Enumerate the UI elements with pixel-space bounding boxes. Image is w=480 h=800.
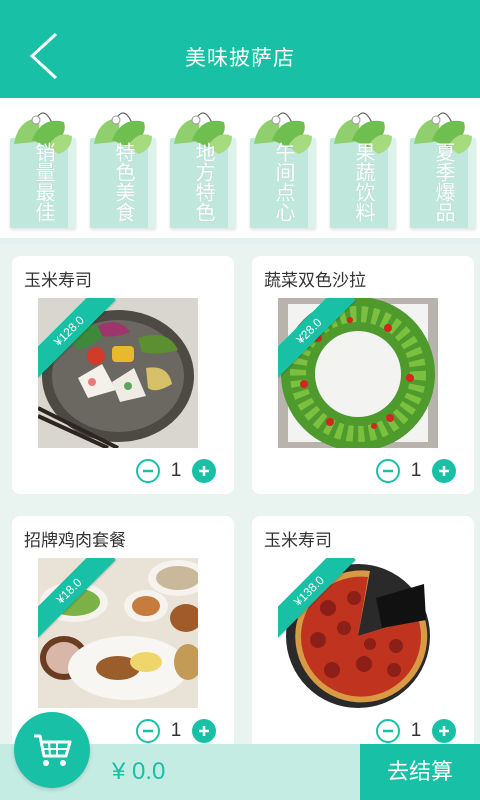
decrease-quantity-button[interactable] <box>136 719 160 743</box>
minus-icon <box>383 729 393 733</box>
cart-total: ¥ 0.0 <box>112 758 166 785</box>
quantity-value: 1 <box>410 720 422 741</box>
tag-label: 果蔬饮料 <box>352 142 374 222</box>
product-name: 蔬菜双色沙拉 <box>264 271 366 290</box>
tag-label: 特色美食 <box>112 142 134 222</box>
decrease-quantity-button[interactable] <box>136 459 160 483</box>
plus-icon <box>199 726 209 736</box>
category-tag-bestseller[interactable]: 销量最佳 <box>10 110 76 228</box>
category-tag-summer-hits[interactable]: 夏季爆品 <box>410 110 476 228</box>
salad-wreath-photo[interactable]: ¥28.0 <box>278 298 438 448</box>
increase-quantity-button[interactable] <box>432 719 456 743</box>
tag-label: 午间点心 <box>272 142 294 222</box>
quantity-value: 1 <box>170 720 182 741</box>
category-tag-specialty-food[interactable]: 特色美食 <box>90 110 156 228</box>
minus-icon <box>383 469 393 473</box>
decrease-quantity-button[interactable] <box>376 719 400 743</box>
app-header: 美味披萨店 <box>0 0 480 98</box>
checkout-button[interactable]: 去结算 <box>360 744 480 800</box>
quantity-stepper: 1 <box>376 459 456 483</box>
category-tag-local-specialty[interactable]: 地方特色 <box>170 110 236 228</box>
quantity-stepper: 1 <box>376 719 456 743</box>
minus-icon <box>143 729 153 733</box>
quantity-value: 1 <box>410 460 422 481</box>
minus-icon <box>143 469 153 473</box>
tag-label: 地方特色 <box>192 142 214 222</box>
plus-icon <box>439 726 449 736</box>
decrease-quantity-button[interactable] <box>376 459 400 483</box>
product-card[interactable]: 玉米寿司 ¥138.0 1 <box>252 516 474 754</box>
quantity-stepper: 1 <box>136 719 216 743</box>
increase-quantity-button[interactable] <box>192 719 216 743</box>
product-name: 玉米寿司 <box>264 531 332 550</box>
category-tag-fruit-drinks[interactable]: 果蔬饮料 <box>330 110 396 228</box>
tag-label: 销量最佳 <box>32 142 54 222</box>
quantity-stepper: 1 <box>136 459 216 483</box>
product-card[interactable]: 玉米寿司 ¥128.0 1 <box>12 256 234 494</box>
pizza-photo[interactable]: ¥138.0 <box>278 558 438 708</box>
cart-button[interactable] <box>14 712 90 788</box>
plus-icon <box>439 466 449 476</box>
category-tag-lunch-snacks[interactable]: 午间点心 <box>250 110 316 228</box>
product-name: 招牌鸡肉套餐 <box>24 531 126 550</box>
sushi-plate-photo[interactable]: ¥128.0 <box>38 298 198 448</box>
category-tags: 销量最佳 特色美食 地方特色 午间点心 果蔬饮料 夏季爆品 <box>0 98 480 238</box>
chicken-set-meal-photo[interactable]: ¥18.0 <box>38 558 198 708</box>
page-title: 美味披萨店 <box>185 47 295 70</box>
shopping-cart-icon <box>34 734 72 766</box>
increase-quantity-button[interactable] <box>192 459 216 483</box>
product-card[interactable]: 蔬菜双色沙拉 ¥28.0 1 <box>252 256 474 494</box>
divider <box>0 238 480 244</box>
quantity-value: 1 <box>170 460 182 481</box>
tag-label: 夏季爆品 <box>432 142 454 222</box>
increase-quantity-button[interactable] <box>432 459 456 483</box>
product-name: 玉米寿司 <box>24 271 92 290</box>
plus-icon <box>199 466 209 476</box>
